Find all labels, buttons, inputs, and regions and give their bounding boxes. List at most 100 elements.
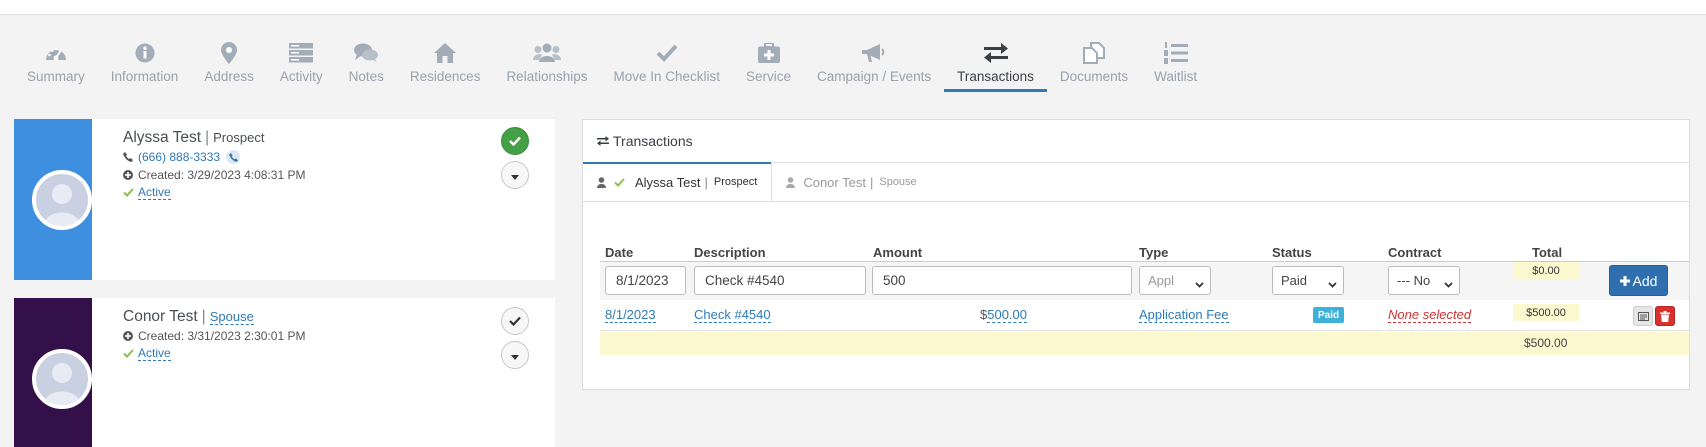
tab-label: Activity <box>279 69 323 84</box>
bullhorn-icon <box>862 40 886 66</box>
exchange-icon <box>597 136 609 146</box>
medkit-icon <box>757 40 780 66</box>
row-total: $500.00 <box>1513 304 1579 321</box>
row-divider <box>600 330 1689 331</box>
delete-button[interactable] <box>1655 306 1675 326</box>
type-select[interactable]: Appl <box>1139 266 1211 295</box>
status-badge[interactable]: Paid <box>1313 307 1345 323</box>
row-type[interactable]: Application Fee <box>1139 307 1229 323</box>
row-amount[interactable]: 500.00 <box>987 307 1027 323</box>
name-separator: | <box>205 129 210 146</box>
subtab-name: Alyssa Test <box>635 174 701 190</box>
tab-relationships[interactable]: Relationships <box>493 40 600 92</box>
created-line: Created: 3/29/2023 4:08:31 PM <box>123 168 305 182</box>
created-line: Created: 3/31/2023 2:30:01 PM <box>123 329 305 343</box>
grand-total: $500.00 <box>1524 336 1568 350</box>
chevron-down-icon <box>1328 276 1337 291</box>
caret-down-icon <box>511 348 519 363</box>
top-bar <box>0 0 1706 15</box>
header-status: Status <box>1272 245 1312 260</box>
caret-down-icon <box>511 168 519 183</box>
comments-icon <box>354 40 379 66</box>
person-name-line: Conor Test | Spouse <box>123 308 254 326</box>
amount-input[interactable] <box>872 266 1132 295</box>
phone-link[interactable]: (666) 888-3333 <box>138 150 220 164</box>
tab-label: Residences <box>409 69 481 84</box>
type-select-value: Appl <box>1148 273 1175 288</box>
subtab-relation: Spouse <box>879 176 917 188</box>
person-name: Conor Test <box>123 308 198 325</box>
header-total: Total <box>1532 245 1563 260</box>
person-name-line: Alyssa Test | Prospect <box>123 129 264 147</box>
subtab-conor[interactable]: Conor Test | Spouse <box>772 163 930 201</box>
check-icon <box>614 177 625 187</box>
tab-waitlist[interactable]: Waitlist <box>1141 40 1210 92</box>
check-icon <box>123 188 135 197</box>
tab-notes[interactable]: Notes <box>336 40 397 92</box>
tab-summary[interactable]: Summary <box>14 40 98 92</box>
subtab-separator: | <box>869 174 874 190</box>
server-icon <box>289 40 314 66</box>
person-name: Alyssa Test <box>123 129 202 146</box>
status-select-value: Paid <box>1281 273 1308 288</box>
subtab-relation: Prospect <box>713 176 758 188</box>
tab-service[interactable]: Service <box>733 40 804 92</box>
primary-check-button[interactable] <box>501 127 529 155</box>
tab-address[interactable]: Address <box>191 40 267 92</box>
phone-icon <box>123 152 135 162</box>
row-description[interactable]: Check #4540 <box>694 307 771 323</box>
tab-residences[interactable]: Residences <box>397 40 494 92</box>
row-amount-cell: $500.00 <box>980 307 1027 323</box>
list-ol-icon <box>1163 40 1188 66</box>
header-type: Type <box>1139 245 1169 260</box>
check-icon <box>123 349 135 358</box>
tab-activity[interactable]: Activity <box>267 40 336 92</box>
subtab-alyssa[interactable]: Alyssa Test | Prospect <box>583 162 773 201</box>
row-contract[interactable]: None selected <box>1388 307 1472 323</box>
tab-label: Notes <box>348 69 384 84</box>
transactions-panel: Transactions Alyssa Test | Prospect Cono… <box>582 119 1690 390</box>
add-button-label: Add <box>1632 272 1658 289</box>
created-text: Created: 3/29/2023 4:08:31 PM <box>138 168 306 182</box>
description-input[interactable] <box>694 266 866 295</box>
user-icon <box>786 176 796 188</box>
expand-button[interactable] <box>501 161 529 189</box>
status-select[interactable]: Paid <box>1272 266 1344 295</box>
trash-icon <box>1660 310 1670 322</box>
tab-label: Move In Checklist <box>613 69 721 84</box>
call-icon[interactable] <box>226 150 241 164</box>
date-input[interactable] <box>605 266 686 295</box>
panel-header: Transactions <box>583 120 1689 163</box>
tab-label: Summary <box>27 69 85 84</box>
tab-label: Transactions <box>957 69 1034 84</box>
make-primary-button[interactable] <box>501 307 529 335</box>
row-date[interactable]: 8/1/2023 <box>605 307 656 323</box>
created-text: Created: 3/31/2023 2:30:01 PM <box>138 329 306 343</box>
details-button[interactable] <box>1633 306 1653 326</box>
person-card-secondary: Conor Test | Spouse Created: 3/31/2023 2:3… <box>14 298 555 447</box>
header-date: Date <box>605 245 634 260</box>
tab-campaign-events[interactable]: Campaign / Events <box>804 40 944 92</box>
subtab-separator: | <box>704 174 708 190</box>
add-button[interactable]: Add <box>1609 265 1668 296</box>
relation-link[interactable]: Spouse <box>209 309 254 325</box>
tab-label: Documents <box>1059 69 1129 84</box>
tab-information[interactable]: Information <box>98 40 192 92</box>
expand-button[interactable] <box>501 341 529 369</box>
plus-circle-icon <box>123 170 135 180</box>
tab-transactions[interactable]: Transactions <box>944 40 1047 92</box>
status-line: Active <box>123 346 171 361</box>
phone-line: (666) 888-3333 <box>123 150 241 164</box>
tab-label: Relationships <box>506 69 588 84</box>
contract-select[interactable]: --- No <box>1388 266 1460 295</box>
status-link[interactable]: Active <box>138 346 171 361</box>
tab-move-in-checklist[interactable]: Move In Checklist <box>600 40 733 92</box>
tab-label: Waitlist <box>1154 69 1198 84</box>
info-icon <box>135 40 155 66</box>
contract-select-value: --- No <box>1397 273 1431 288</box>
list-alt-icon <box>1637 311 1649 321</box>
status-link[interactable]: Active <box>138 185 171 200</box>
chevron-down-icon <box>1444 276 1453 291</box>
tab-documents[interactable]: Documents <box>1047 40 1141 92</box>
plus-circle-icon <box>123 331 135 341</box>
